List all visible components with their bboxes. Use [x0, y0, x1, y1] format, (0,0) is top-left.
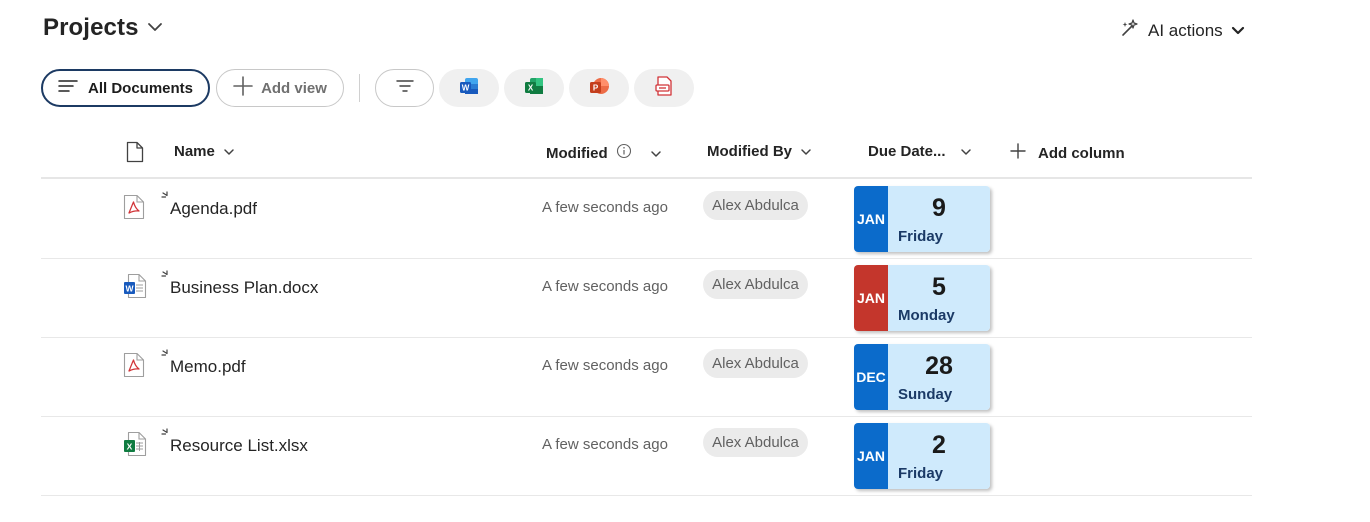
due-day: 9	[932, 194, 946, 222]
add-view-label: Add view	[261, 79, 327, 97]
due-date-badge: JAN 9 Friday	[854, 186, 990, 252]
view-toolbar: All Documents Add view W X P	[41, 69, 694, 107]
due-day: 2	[932, 431, 946, 459]
chevron-down-icon	[223, 143, 235, 160]
due-day: 5	[932, 273, 946, 301]
column-header-modified[interactable]: Modified	[546, 143, 662, 163]
ai-actions-button[interactable]: AI actions	[1120, 18, 1245, 43]
filter-button[interactable]	[375, 69, 434, 107]
powerpoint-icon: P	[588, 75, 610, 101]
svg-text:W: W	[462, 84, 470, 93]
svg-text:X: X	[127, 442, 133, 452]
add-column-button[interactable]: Add column	[1010, 143, 1125, 163]
table-row[interactable]: X Resource List.xlsx A few seconds ago A…	[41, 417, 1252, 496]
modified-by-persona[interactable]: Alex Abdulca	[703, 349, 808, 378]
file-name-link[interactable]: Business Plan.docx	[170, 278, 318, 298]
page-title: Projects	[43, 14, 139, 41]
due-date-body: 9 Friday	[888, 186, 990, 252]
modified-by-persona[interactable]: Alex Abdulca	[703, 270, 808, 299]
list-header: Name Modified Modified By Due Date... Ad…	[41, 130, 1252, 179]
library-title-dropdown[interactable]: Projects	[43, 14, 163, 42]
column-header-due-date[interactable]: Due Date...	[868, 143, 972, 160]
excel-icon: X	[523, 75, 545, 101]
svg-text:P: P	[593, 84, 599, 93]
chevron-down-icon	[1231, 21, 1245, 41]
svg-text:W: W	[125, 284, 134, 294]
toolbar-divider	[359, 74, 360, 102]
modified-by-persona[interactable]: Alex Abdulca	[703, 191, 808, 220]
list-icon	[58, 79, 78, 97]
table-row[interactable]: Agenda.pdf A few seconds ago Alex Abdulc…	[41, 180, 1252, 259]
new-form-button[interactable]	[634, 69, 694, 107]
due-date-body: 2 Friday	[888, 423, 990, 489]
filter-icon	[395, 79, 415, 97]
modified-time: A few seconds ago	[542, 199, 668, 216]
new-word-document-button[interactable]: W	[439, 69, 499, 107]
plus-icon	[1010, 143, 1026, 163]
plus-icon	[233, 76, 253, 100]
add-column-label: Add column	[1038, 144, 1125, 162]
due-date-badge: JAN 5 Monday	[854, 265, 990, 331]
due-date-badge: JAN 2 Friday	[854, 423, 990, 489]
form-icon	[653, 75, 675, 101]
chevron-down-icon	[147, 19, 163, 37]
chevron-down-icon	[650, 145, 662, 162]
modified-by-persona[interactable]: Alex Abdulca	[703, 428, 808, 457]
chevron-down-icon	[800, 143, 812, 160]
table-row[interactable]: W Business Plan.docx A few seconds ago A…	[41, 259, 1252, 338]
pdf-file-icon	[123, 352, 145, 383]
pdf-file-icon	[123, 194, 145, 225]
due-month: DEC	[854, 344, 888, 410]
due-date-body: 5 Monday	[888, 265, 990, 331]
table-row[interactable]: Memo.pdf A few seconds ago Alex Abdulca …	[41, 338, 1252, 417]
due-weekday: Sunday	[898, 386, 953, 403]
file-type-column-icon[interactable]	[126, 141, 144, 168]
sparkle-icon	[1120, 18, 1140, 43]
column-modified-label: Modified	[546, 144, 608, 162]
column-header-name[interactable]: Name	[174, 143, 235, 160]
add-view-button[interactable]: Add view	[216, 69, 344, 107]
all-documents-view-button[interactable]: All Documents	[41, 69, 210, 107]
new-powerpoint-button[interactable]: P	[569, 69, 629, 107]
due-weekday: Monday	[898, 307, 955, 324]
modified-time: A few seconds ago	[542, 357, 668, 374]
new-excel-workbook-button[interactable]: X	[504, 69, 564, 107]
due-month: JAN	[854, 265, 888, 331]
due-date-body: 28 Sunday	[888, 344, 990, 410]
due-day: 28	[925, 352, 953, 380]
file-name-link[interactable]: Agenda.pdf	[170, 199, 257, 219]
ai-actions-label: AI actions	[1148, 20, 1223, 40]
due-weekday: Friday	[898, 228, 944, 245]
column-modified-by-label: Modified By	[707, 143, 792, 160]
modified-time: A few seconds ago	[542, 436, 668, 453]
svg-text:X: X	[528, 84, 534, 93]
column-name-label: Name	[174, 143, 215, 160]
info-icon[interactable]	[616, 143, 632, 163]
all-documents-label: All Documents	[87, 79, 193, 97]
word-file-icon: W	[123, 273, 147, 304]
due-date-badge: DEC 28 Sunday	[854, 344, 990, 410]
due-month: JAN	[854, 186, 888, 252]
column-due-date-label: Due Date...	[868, 143, 946, 160]
column-header-modified-by[interactable]: Modified By	[707, 143, 812, 160]
due-weekday: Friday	[898, 465, 944, 482]
file-name-link[interactable]: Resource List.xlsx	[170, 436, 308, 456]
file-name-link[interactable]: Memo.pdf	[170, 357, 246, 377]
excel-file-icon: X	[123, 431, 147, 462]
chevron-down-icon	[960, 143, 972, 160]
modified-time: A few seconds ago	[542, 278, 668, 295]
word-icon: W	[458, 75, 480, 101]
due-month: JAN	[854, 423, 888, 489]
